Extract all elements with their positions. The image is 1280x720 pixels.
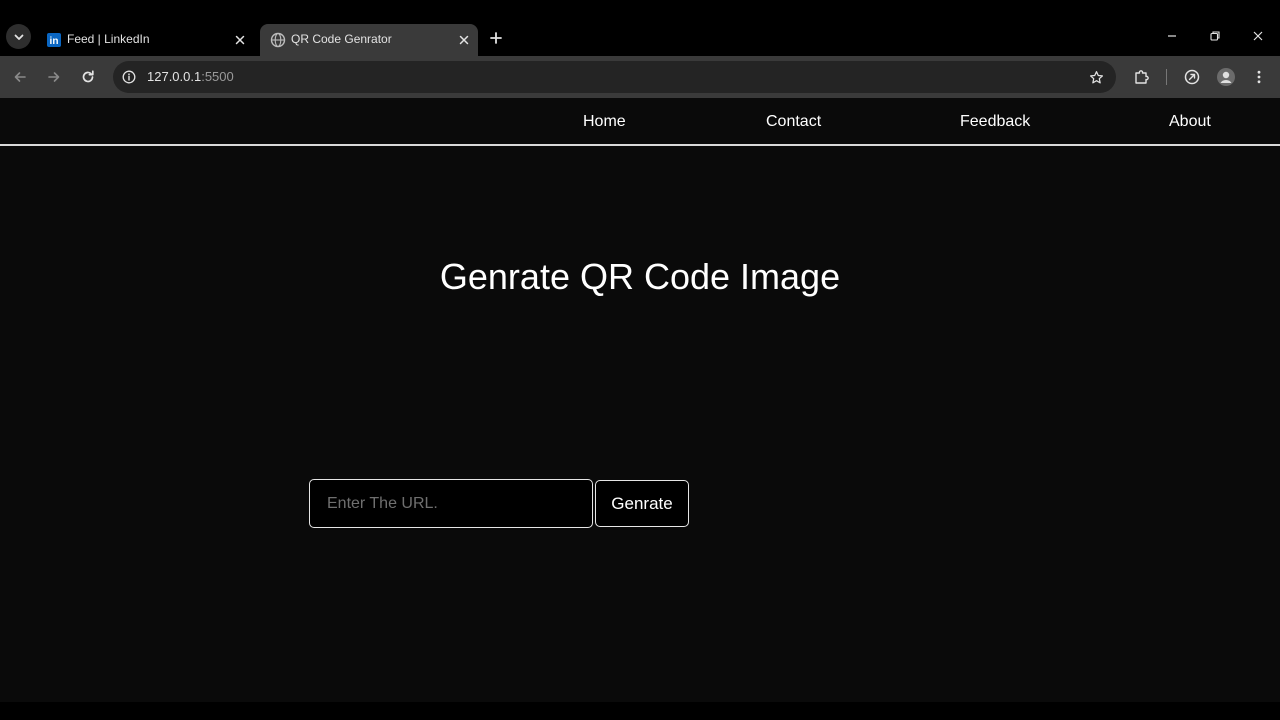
svg-text:in: in [50, 36, 59, 47]
site-info-button[interactable] [119, 67, 139, 87]
minimize-window-button[interactable] [1152, 22, 1192, 50]
close-icon [1253, 31, 1263, 41]
close-icon [235, 35, 245, 45]
close-tab-button[interactable] [232, 32, 248, 48]
star-icon [1089, 70, 1103, 83]
browser-menu-button[interactable] [1245, 63, 1273, 91]
site-navbar: Home Contact Feedback About [0, 98, 1280, 146]
browser-tabstrip: in Feed | LinkedIn QR Code Genrator [0, 0, 1280, 56]
url-host: 127.0.0.1 [147, 69, 202, 84]
url-text: 127.0.0.1:5500 [147, 69, 234, 84]
linkedin-icon: in [47, 33, 61, 47]
tab-title: QR Code Genrator [291, 32, 392, 46]
arrow-right-icon [48, 72, 60, 82]
address-bar[interactable]: 127.0.0.1:5500 [113, 61, 1116, 93]
tab-search-button[interactable] [6, 24, 31, 49]
minimize-icon [1168, 35, 1176, 37]
bookmark-button[interactable] [1086, 67, 1106, 87]
page-title: Genrate QR Code Image [439, 256, 841, 297]
shield-icon [1184, 69, 1200, 85]
close-icon [459, 35, 469, 45]
url-port: :5500 [201, 69, 234, 84]
close-window-button[interactable] [1238, 22, 1278, 50]
tab-title: Feed | LinkedIn [67, 32, 150, 46]
nav-link-feedback[interactable]: Feedback [960, 113, 1030, 131]
arrow-left-icon [14, 72, 26, 82]
puzzle-icon [1135, 70, 1149, 84]
page-viewport: Home Contact Feedback About Genrate QR C… [0, 98, 1280, 702]
globe-icon [270, 32, 286, 48]
toolbar-divider [1166, 69, 1167, 85]
plus-icon [490, 32, 502, 44]
vpn-extension-button[interactable] [1178, 63, 1206, 91]
nav-link-home[interactable]: Home [583, 113, 626, 131]
restore-icon [1210, 31, 1220, 41]
more-vertical-icon [1257, 70, 1261, 84]
new-tab-button[interactable] [484, 26, 508, 50]
reload-icon [82, 70, 94, 83]
browser-tab-qr-code[interactable]: QR Code Genrator [260, 24, 478, 56]
profile-button[interactable] [1212, 63, 1240, 91]
close-tab-button[interactable] [456, 32, 472, 48]
reload-button[interactable] [74, 63, 102, 91]
forward-button[interactable] [40, 63, 68, 91]
extensions-button[interactable] [1128, 63, 1156, 91]
chevron-down-icon [14, 34, 23, 40]
restore-window-button[interactable] [1195, 22, 1235, 50]
url-input[interactable] [309, 479, 593, 528]
window-bottom-edge [0, 702, 1280, 720]
avatar [1217, 68, 1235, 86]
nav-link-about[interactable]: About [1169, 113, 1211, 131]
nav-link-contact[interactable]: Contact [766, 113, 821, 131]
browser-tab-linkedin[interactable]: in Feed | LinkedIn [36, 24, 254, 56]
generate-button[interactable]: Genrate [595, 480, 689, 527]
info-icon [122, 70, 136, 84]
browser-toolbar: 127.0.0.1:5500 [0, 56, 1280, 98]
back-button[interactable] [6, 63, 34, 91]
